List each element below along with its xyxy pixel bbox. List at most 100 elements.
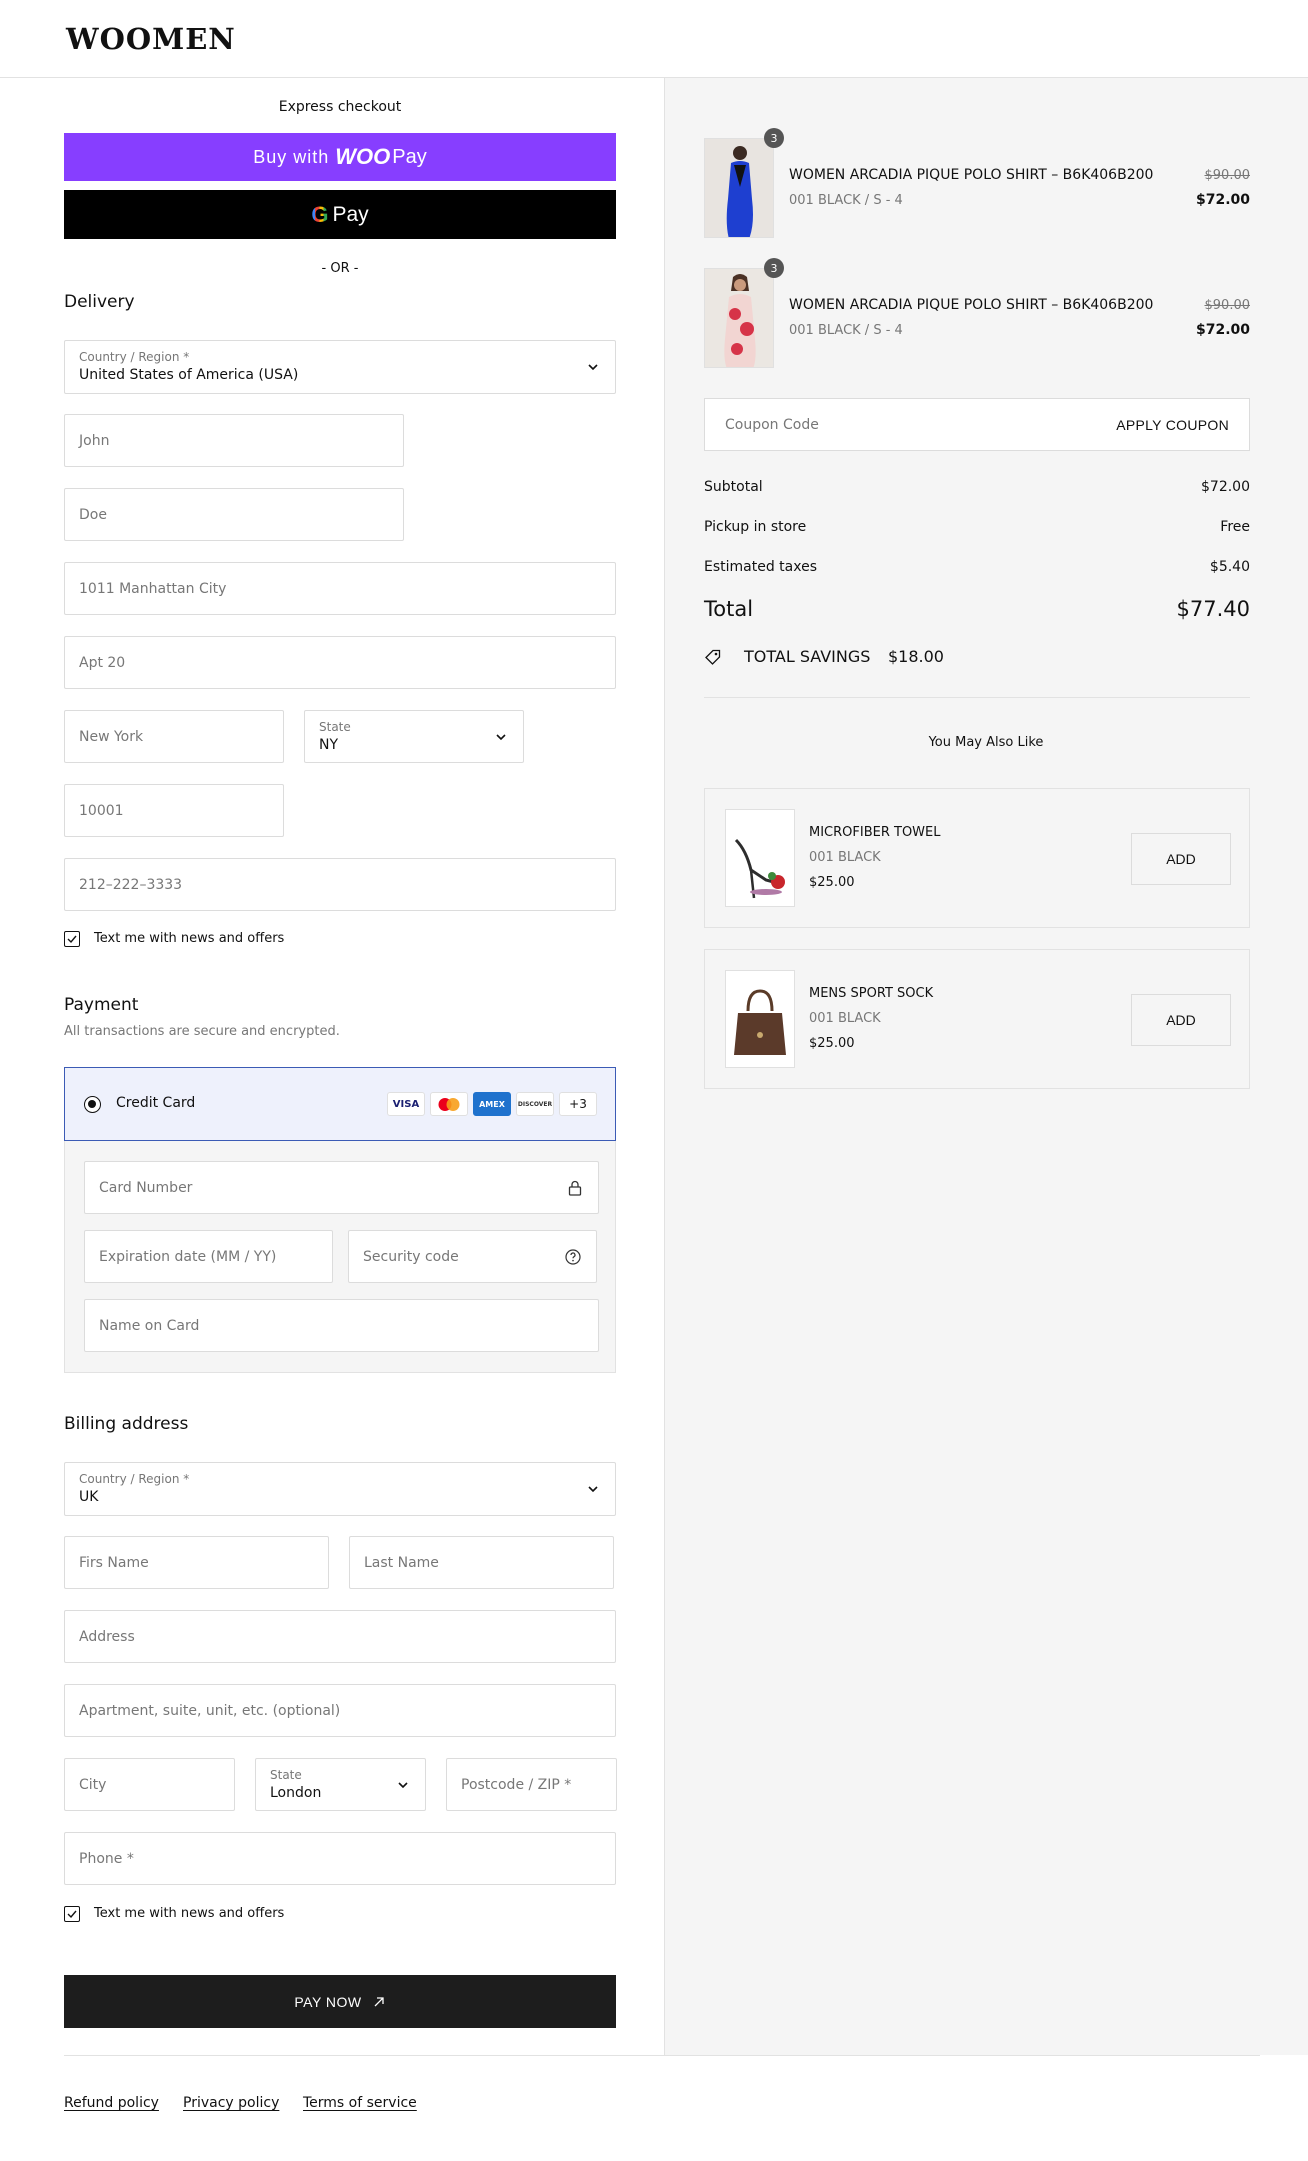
billing-phone-input[interactable]: Phone *: [64, 1832, 616, 1885]
billing-city-placeholder: City: [79, 1776, 107, 1793]
recommendation-card: MENS SPORT SOCK 001 BLACK $25.00 ADD: [704, 949, 1250, 1089]
expiration-placeholder: Expiration date (MM / YY): [99, 1248, 277, 1265]
check-icon: [67, 935, 77, 944]
billing-last-name-input[interactable]: Last Name: [349, 1536, 614, 1589]
delivery-newsletter-checkbox[interactable]: [64, 931, 80, 947]
card-number-input[interactable]: Card Number: [84, 1161, 599, 1214]
apply-coupon-button[interactable]: APPLY COUPON: [1116, 417, 1229, 433]
billing-postcode-input[interactable]: Postcode / ZIP *: [446, 1758, 617, 1811]
pay-now-button[interactable]: PAY NOW: [64, 1975, 616, 2028]
subtotal-value: $72.00: [1201, 479, 1250, 495]
product-image[interactable]: [725, 970, 795, 1068]
amex-icon: AMEX: [473, 1092, 511, 1116]
security-code-placeholder: Security code: [363, 1248, 459, 1265]
pickup-label: Pickup in store: [704, 519, 807, 535]
summary-divider: [704, 697, 1250, 698]
arrow-up-right-icon: [374, 1996, 384, 2006]
product-image[interactable]: [725, 809, 795, 907]
taxes-label: Estimated taxes: [704, 559, 818, 575]
billing-state-select[interactable]: State London: [255, 1758, 426, 1811]
credit-card-option[interactable]: Credit Card VISA AMEX DISCOVER +3: [64, 1067, 616, 1141]
security-code-input[interactable]: Security code: [348, 1230, 597, 1283]
google-g-icon: G: [311, 201, 329, 227]
cart-item-name: WOMEN ARCADIA PIQUE POLO SHIRT – B6K406B…: [789, 297, 1154, 313]
or-divider: - OR -: [321, 261, 359, 276]
billing-address-input[interactable]: Address: [64, 1610, 616, 1663]
billing-country-select[interactable]: Country / Region * UK: [64, 1462, 616, 1516]
recommendation-price: $25.00: [809, 875, 855, 890]
header: WOOMEN: [0, 0, 1308, 78]
chevron-down-icon: [398, 1781, 408, 1788]
cart-item-price: $72.00: [1195, 322, 1250, 338]
billing-country-value: UK: [79, 1489, 99, 1505]
delivery-newsletter-label: Text me with news and offers: [94, 931, 285, 946]
add-button[interactable]: ADD: [1131, 833, 1231, 885]
mastercard-icon: [430, 1092, 468, 1116]
express-checkout-title: Express checkout: [278, 99, 402, 115]
delivery-last-name-input[interactable]: Doe: [64, 488, 404, 541]
card-number-placeholder: Card Number: [99, 1179, 193, 1196]
billing-city-input[interactable]: City: [64, 1758, 235, 1811]
billing-title: Billing address: [64, 1414, 189, 1434]
product-image[interactable]: [704, 138, 774, 238]
woopay-button[interactable]: Buy with WOO Pay: [64, 133, 616, 181]
product-image[interactable]: [704, 268, 774, 368]
google-pay-button[interactable]: G Pay: [64, 190, 616, 239]
phone-value: 212–222–3333: [79, 876, 183, 893]
recommendation-card: MICROFIBER TOWEL 001 BLACK $25.00 ADD: [704, 788, 1250, 928]
delivery-country-select[interactable]: Country / Region * United States of Amer…: [64, 340, 616, 394]
payment-subtitle: All transactions are secure and encrypte…: [64, 1024, 340, 1039]
delivery-apartment-input[interactable]: Apt 20: [64, 636, 616, 689]
state-label: State: [319, 720, 351, 734]
google-pay-label: Pay: [332, 202, 369, 226]
woopay-brand: WOO: [335, 144, 391, 169]
credit-card-radio[interactable]: [84, 1096, 101, 1113]
refund-policy-link[interactable]: Refund policy: [64, 2095, 159, 2111]
billing-newsletter-label: Text me with news and offers: [94, 1906, 285, 1921]
billing-apartment-placeholder: Apartment, suite, unit, etc. (optional): [79, 1702, 341, 1719]
delivery-first-name-input[interactable]: John: [64, 414, 404, 467]
recommendation-variant: 001 BLACK: [809, 850, 881, 865]
cart-item-variant: 001 BLACK / S - 4: [789, 323, 903, 338]
address-value: 1011 Manhattan City: [79, 580, 227, 597]
billing-last-name-placeholder: Last Name: [364, 1554, 439, 1571]
pay-now-label: PAY NOW: [294, 1993, 362, 2010]
help-icon[interactable]: [564, 1248, 582, 1266]
billing-apartment-input[interactable]: Apartment, suite, unit, etc. (optional): [64, 1684, 616, 1737]
first-name-value: John: [79, 432, 110, 449]
expiration-input[interactable]: Expiration date (MM / YY): [84, 1230, 333, 1283]
billing-first-name-input[interactable]: Firs Name: [64, 1536, 329, 1589]
billing-postcode-placeholder: Postcode / ZIP *: [461, 1776, 572, 1793]
billing-address-placeholder: Address: [79, 1628, 135, 1645]
delivery-title: Delivery: [64, 292, 135, 312]
brand-logo[interactable]: WOOMEN: [66, 22, 236, 56]
delivery-address-input[interactable]: 1011 Manhattan City: [64, 562, 616, 615]
coupon-field[interactable]: Coupon Code APPLY COUPON: [704, 398, 1250, 451]
add-button[interactable]: ADD: [1131, 994, 1231, 1046]
last-name-value: Doe: [79, 506, 107, 523]
cart-item-name: WOMEN ARCADIA PIQUE POLO SHIRT – B6K406B…: [789, 167, 1154, 183]
terms-of-service-link[interactable]: Terms of service: [303, 2095, 417, 2111]
more-cards-badge: +3: [559, 1092, 597, 1116]
cart-item-old-price: $90.00: [1204, 168, 1251, 183]
privacy-policy-link[interactable]: Privacy policy: [183, 2095, 279, 2111]
delivery-state-select[interactable]: State NY: [304, 710, 524, 763]
billing-phone-placeholder: Phone *: [79, 1850, 134, 1867]
recommendations-title: You May Also Like: [928, 735, 1044, 750]
delivery-phone-input[interactable]: 212–222–3333: [64, 858, 616, 911]
pickup-value: Free: [1220, 519, 1250, 535]
name-on-card-input[interactable]: Name on Card: [84, 1299, 599, 1352]
lock-icon: [568, 1180, 582, 1196]
delivery-zip-input[interactable]: 10001: [64, 784, 284, 837]
total-value: $77.40: [1176, 597, 1250, 621]
cart-item-old-price: $90.00: [1204, 298, 1251, 313]
chevron-down-icon: [496, 733, 506, 740]
recommendation-price: $25.00: [809, 1036, 855, 1051]
recommendation-variant: 001 BLACK: [809, 1011, 881, 1026]
coupon-placeholder: Coupon Code: [725, 417, 819, 433]
delivery-city-input[interactable]: New York: [64, 710, 284, 763]
billing-newsletter-checkbox[interactable]: [64, 1906, 80, 1922]
cart-item-price: $72.00: [1195, 192, 1250, 208]
billing-first-name-placeholder: Firs Name: [79, 1554, 149, 1571]
woopay-prefix: Buy with: [253, 146, 330, 167]
